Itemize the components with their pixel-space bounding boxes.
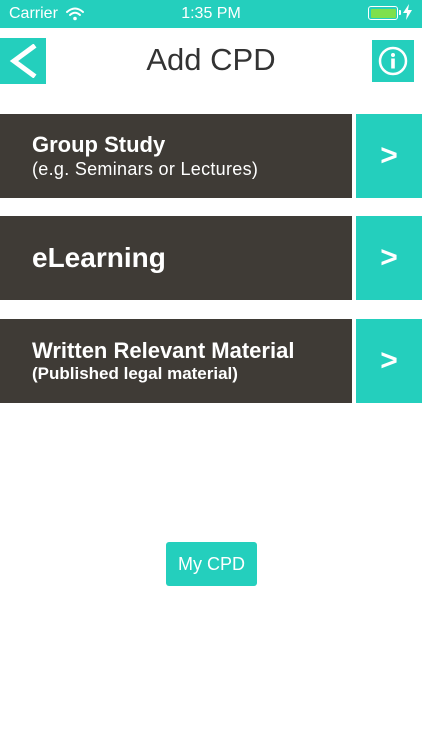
row-elearning: eLearning > [0, 216, 422, 300]
battery-tip [399, 10, 401, 15]
info-button[interactable] [372, 40, 414, 82]
row-subtitle: (Published legal material) [32, 364, 238, 383]
group-study-panel[interactable]: Group Study (e.g. Seminars or Lectures) [0, 114, 352, 198]
battery-icon [368, 6, 401, 20]
info-icon [378, 46, 408, 76]
group-study-arrow-button[interactable]: > [356, 114, 422, 198]
status-bar: Carrier 1:35 PM [0, 0, 422, 28]
row-title: eLearning [32, 242, 166, 273]
written-material-arrow-button[interactable]: > [356, 319, 422, 403]
written-material-panel[interactable]: Written Relevant Material (Published leg… [0, 319, 352, 403]
status-time: 1:35 PM [181, 5, 241, 22]
row-group-study: Group Study (e.g. Seminars or Lectures) … [0, 114, 422, 198]
charging-bolt-icon [403, 4, 412, 20]
row-title: Group Study [32, 132, 166, 157]
row-written-material: Written Relevant Material (Published leg… [0, 319, 422, 403]
battery-level [370, 8, 396, 18]
page-title: Add CPD [146, 42, 276, 77]
elearning-arrow-button[interactable]: > [356, 216, 422, 300]
row-subtitle: (e.g. Seminars or Lectures) [32, 159, 259, 179]
my-cpd-button[interactable]: My CPD [166, 542, 257, 586]
elearning-panel[interactable]: eLearning [0, 216, 352, 300]
row-title: Written Relevant Material [32, 338, 295, 363]
